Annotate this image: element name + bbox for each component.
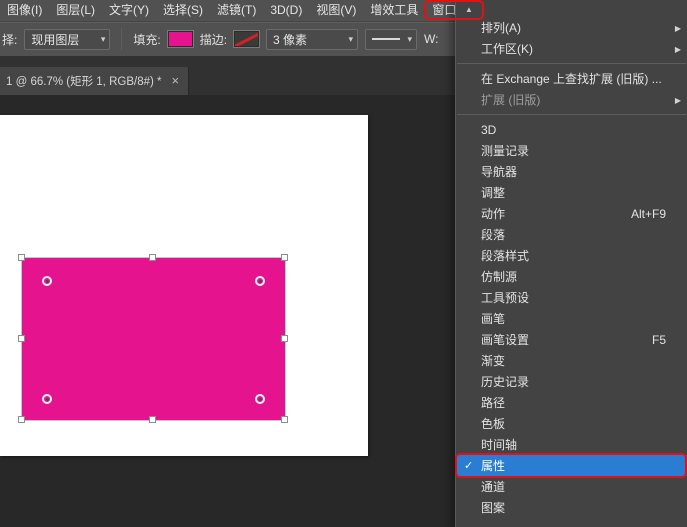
menubar-item-type[interactable]: 文字(Y) xyxy=(102,0,156,21)
transform-handle-sw[interactable] xyxy=(18,416,25,423)
transform-handle-ne[interactable] xyxy=(281,254,288,261)
menubar-item-layer[interactable]: 图层(L) xyxy=(49,0,102,21)
select-mode-label: 择: xyxy=(2,32,18,47)
menubar-item-filter[interactable]: 滤镜(T) xyxy=(210,0,263,21)
transform-handle-w[interactable] xyxy=(18,335,25,342)
menu-item-workspace[interactable]: 工作区(K) ▶ xyxy=(456,38,687,59)
menu-item-history[interactable]: 历史记录 xyxy=(456,371,687,392)
menu-item-paths[interactable]: 路径 xyxy=(456,392,687,413)
submenu-arrow-icon: ▶ xyxy=(674,24,681,33)
menu-item-paragraph[interactable]: 段落 xyxy=(456,224,687,245)
transform-handle-s[interactable] xyxy=(149,416,156,423)
menu-item-paragraph-styles[interactable]: 段落样式 xyxy=(456,245,687,266)
menu-item-actions[interactable]: 动作 Alt+F9 xyxy=(456,203,687,224)
menubar-item-select[interactable]: 选择(S) xyxy=(156,0,210,21)
stroke-style-dropdown[interactable]: ▾ xyxy=(365,28,418,50)
menubar-item-view[interactable]: 视图(V) xyxy=(309,0,363,21)
radius-handle-bl[interactable] xyxy=(42,394,52,404)
radius-handle-br[interactable] xyxy=(255,394,265,404)
stroke-style-line-icon xyxy=(372,38,401,40)
menubar-item-image[interactable]: 图像(I) xyxy=(0,0,49,21)
menu-separator xyxy=(457,63,686,64)
menubar-item-plugins[interactable]: 增效工具 xyxy=(363,0,425,21)
document-tab-title: 1 @ 66.7% (矩形 1, RGB/8#) * xyxy=(6,76,162,88)
menu-item-patterns[interactable]: 图案 xyxy=(456,497,687,518)
artboard[interactable] xyxy=(0,115,368,456)
select-mode-value: 现用图层 xyxy=(31,32,80,47)
close-icon[interactable]: × xyxy=(171,74,179,87)
window-menu: ▲ 排列(A) ▶ 工作区(K) ▶ 在 Exchange 上查找扩展 (旧版)… xyxy=(455,0,687,527)
width-field-label: W: xyxy=(424,32,439,46)
stroke-label: 描边: xyxy=(199,32,228,47)
check-icon: ✓ xyxy=(464,460,474,472)
menu-item-clone-source[interactable]: 仿制源 xyxy=(456,266,687,287)
menu-item-properties[interactable]: ✓ 属性 xyxy=(455,453,687,478)
scroll-up-icon: ▲ xyxy=(465,5,473,14)
stroke-width-value: 3 像素 xyxy=(273,32,308,47)
menu-item-adjustments[interactable]: 调整 xyxy=(456,182,687,203)
select-mode-dropdown[interactable]: 现用图层 ▾ xyxy=(24,28,111,50)
menu-item-brushes[interactable]: 画笔 xyxy=(456,308,687,329)
menu-item-tool-presets[interactable]: 工具预设 xyxy=(456,287,687,308)
menu-item-extensions-legacy[interactable]: 扩展 (旧版) ▶ xyxy=(456,89,687,110)
menu-separator xyxy=(457,114,686,115)
transform-handle-n[interactable] xyxy=(149,254,156,261)
menu-item-measurement-log[interactable]: 测量记录 xyxy=(456,140,687,161)
menu-item-3d[interactable]: 3D xyxy=(456,119,687,140)
radius-handle-tr[interactable] xyxy=(255,276,265,286)
submenu-arrow-icon: ▶ xyxy=(674,45,681,54)
document-tab[interactable]: 1 @ 66.7% (矩形 1, RGB/8#) * × xyxy=(0,67,190,95)
fill-label: 填充: xyxy=(133,32,161,47)
rectangle-shape[interactable] xyxy=(21,257,286,421)
menu-item-arrange[interactable]: 排列(A) ▶ xyxy=(456,17,687,38)
menu-shortcut: F5 xyxy=(651,332,666,347)
options-divider xyxy=(121,28,123,50)
menu-item-brush-settings[interactable]: 画笔设置 F5 xyxy=(456,329,687,350)
transform-handle-se[interactable] xyxy=(281,416,288,423)
chevron-down-icon: ▾ xyxy=(100,33,106,44)
menu-item-gradients[interactable]: 渐变 xyxy=(456,350,687,371)
menu-item-find-extensions[interactable]: 在 Exchange 上查找扩展 (旧版) ... xyxy=(456,68,687,89)
menu-item-channels[interactable]: 通道 xyxy=(456,476,687,497)
chevron-down-icon: ▾ xyxy=(407,33,413,44)
menu-item-swatches[interactable]: 色板 xyxy=(456,413,687,434)
stroke-width-dropdown[interactable]: 3 像素 ▾ xyxy=(266,28,359,50)
menu-scroll-up[interactable]: ▲ xyxy=(456,2,687,17)
fill-color-swatch[interactable] xyxy=(167,31,193,47)
transform-handle-nw[interactable] xyxy=(18,254,25,261)
menu-item-navigator[interactable]: 导航器 xyxy=(456,161,687,182)
stroke-color-swatch[interactable] xyxy=(234,31,260,47)
menubar-item-3d[interactable]: 3D(D) xyxy=(263,0,309,21)
no-color-slash-icon xyxy=(235,32,259,46)
menu-shortcut: Alt+F9 xyxy=(630,206,666,221)
radius-handle-tl[interactable] xyxy=(42,276,52,286)
menu-item-timeline[interactable]: 时间轴 xyxy=(456,434,687,455)
submenu-arrow-icon: ▶ xyxy=(674,96,681,105)
transform-handle-e[interactable] xyxy=(281,335,288,342)
chevron-down-icon: ▾ xyxy=(348,33,354,44)
